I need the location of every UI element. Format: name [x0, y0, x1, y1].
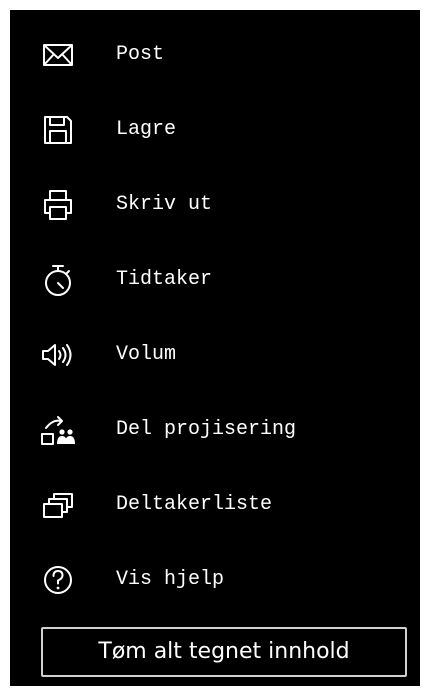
menu-item-vis-hjelp[interactable]: Vis hjelp: [10, 550, 420, 610]
menu-item-volum[interactable]: Volum: [10, 325, 420, 385]
menu-item-label: Del projisering: [116, 418, 297, 441]
clear-all-drawings-button[interactable]: Tøm alt tegnet innhold: [41, 627, 407, 677]
menu-item-label: Deltakerliste: [116, 493, 273, 516]
participant-list-icon: [40, 487, 76, 523]
menu-item-label: Skriv ut: [116, 193, 213, 216]
stopwatch-icon: [40, 262, 76, 298]
menu-item-deltakerliste[interactable]: Deltakerliste: [10, 475, 420, 535]
menu-item-lagre[interactable]: Lagre: [10, 100, 420, 160]
share-projection-icon: [40, 412, 76, 448]
menu-item-label: Tidtaker: [116, 268, 213, 291]
menu-panel: Post Lagre Skriv ut Tidtaker Volum Del p…: [10, 10, 420, 686]
menu-item-label: Lagre: [116, 118, 177, 141]
menu-item-skriv-ut[interactable]: Skriv ut: [10, 175, 420, 235]
mail-icon: [40, 37, 76, 73]
speaker-icon: [40, 337, 76, 373]
menu-item-tidtaker[interactable]: Tidtaker: [10, 250, 420, 310]
save-icon: [40, 112, 76, 148]
printer-icon: [40, 187, 76, 223]
menu-item-label: Volum: [116, 343, 177, 366]
menu-item-label: Vis hjelp: [116, 568, 225, 591]
menu-item-label: Post: [116, 43, 165, 66]
menu-item-del-projisering[interactable]: Del projisering: [10, 400, 420, 460]
help-icon: [40, 562, 76, 598]
menu-item-post[interactable]: Post: [10, 25, 420, 85]
